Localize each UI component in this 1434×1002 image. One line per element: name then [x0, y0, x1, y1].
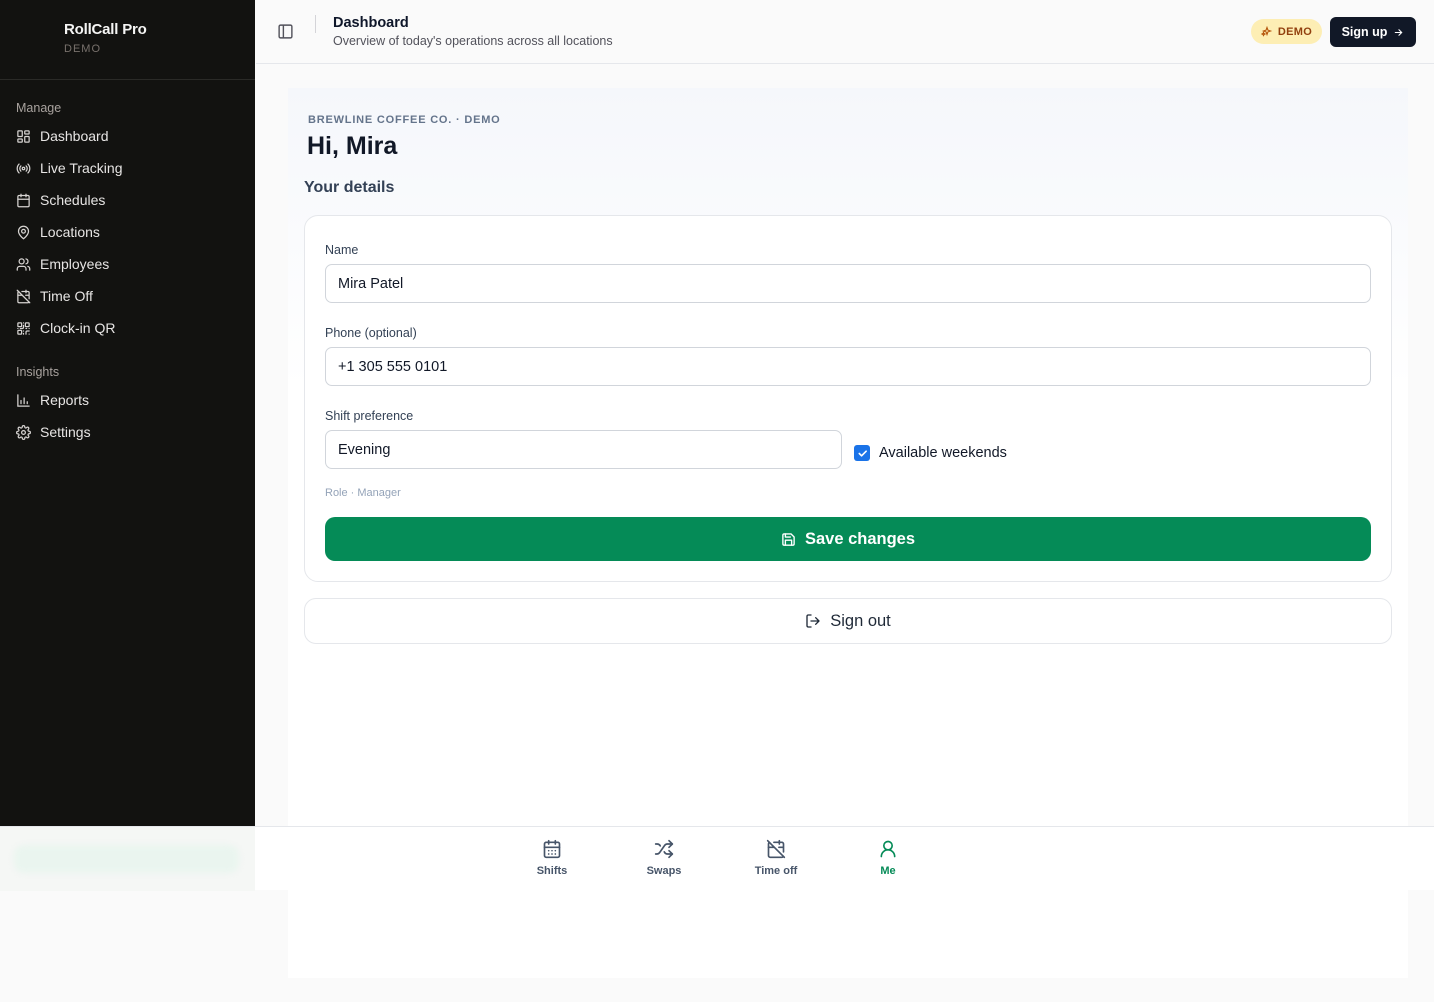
sidebar-item-employees[interactable]: Employees	[16, 248, 239, 280]
sidebar-item-time-off[interactable]: Time Off	[16, 280, 239, 312]
save-icon	[782, 532, 795, 546]
sidebar-item-reports[interactable]: Reports	[16, 384, 239, 416]
available-weekends-checkbox[interactable]: Available weekends	[854, 445, 1007, 461]
phone-input[interactable]	[325, 347, 1371, 386]
arrow-right-icon	[1395, 28, 1403, 36]
greeting: Hi, Mira	[307, 132, 398, 160]
sidebar-item-label: Schedules	[40, 192, 106, 208]
sidebar-item-settings[interactable]: Settings	[16, 416, 239, 448]
calendar-icon	[17, 193, 30, 207]
tab-label: Me	[880, 865, 896, 877]
calendar-off-icon	[16, 289, 31, 303]
header-divider	[315, 15, 316, 33]
nav-section-insights: Insights Reports Settings	[0, 360, 255, 448]
sidebar-item-live-tracking[interactable]: Live Tracking	[16, 152, 239, 184]
map-pin-icon	[17, 225, 30, 240]
sidebar-item-clock-in-qr[interactable]: Clock-in QR	[16, 312, 239, 344]
bar-chart-icon	[17, 393, 30, 407]
tab-label: Time off	[754, 865, 798, 877]
org-line: BREWLINE COFFEE CO. · DEMO	[308, 114, 501, 126]
name-label: Name	[325, 243, 359, 257]
available-weekends-label: Available weekends	[879, 445, 1007, 461]
tab-me[interactable]: Me	[848, 839, 928, 877]
dashboard-grid-icon	[17, 129, 30, 143]
sidebar-item-dashboard[interactable]: Dashboard	[16, 120, 239, 152]
nav-section-manage: Manage Dashboard Live Tracking Schedules…	[0, 96, 255, 344]
top-header: Dashboard Overview of today's operations…	[256, 0, 1434, 64]
sidebar-item-label: Live Tracking	[40, 160, 123, 176]
tab-label: Shifts	[536, 865, 568, 877]
blurred-overlay	[14, 845, 239, 873]
sidebar-item-label: Reports	[40, 392, 90, 408]
sidebar-item-locations[interactable]: Locations	[16, 216, 239, 248]
sidebar-item-label: Employees	[40, 256, 110, 272]
nav-heading-insights: Insights	[16, 365, 60, 379]
bottom-bar-left-panel	[0, 827, 255, 891]
shift-preference-label: Shift preference	[325, 409, 414, 423]
calendar-icon	[543, 839, 561, 859]
app-tag: DEMO	[64, 43, 101, 55]
nav-gap	[0, 344, 255, 360]
nav-heading-manage: Manage	[16, 101, 62, 115]
user-icon	[880, 840, 896, 858]
sidebar-item-label: Settings	[40, 424, 91, 440]
save-changes-button[interactable]: Save changes	[325, 517, 1371, 561]
sign-up-label: Sign up	[1341, 25, 1388, 39]
save-changes-label: Save changes	[804, 529, 916, 548]
sign-up-button[interactable]: Sign up	[1330, 17, 1416, 47]
page-subtitle: Overview of today's operations across al…	[333, 34, 613, 48]
sign-out-label: Sign out	[830, 611, 891, 630]
radio-signal-icon	[16, 162, 31, 174]
sidebar: RollCall Pro DEMO Manage Dashboard Live …	[0, 0, 255, 826]
demo-badge-label: DEMO	[1277, 25, 1313, 38]
sidebar-item-schedules[interactable]: Schedules	[16, 184, 239, 216]
qr-code-icon	[17, 321, 30, 335]
name-input[interactable]	[325, 264, 1371, 303]
users-icon	[16, 257, 31, 271]
sparkles-icon	[1260, 25, 1273, 37]
details-card: Name Phone (optional) Shift preference A…	[304, 215, 1392, 582]
sidebar-item-label: Clock-in QR	[40, 320, 116, 336]
phone-label: Phone (optional)	[325, 326, 417, 340]
bottom-tab-bar: Shifts Swaps Time off Me	[0, 826, 1434, 891]
app-name: RollCall Pro	[64, 21, 147, 38]
tab-label: Swaps	[646, 865, 682, 877]
tab-shifts[interactable]: Shifts	[512, 839, 592, 877]
sign-out-button[interactable]: Sign out	[304, 598, 1392, 644]
demo-badge: DEMO	[1251, 19, 1322, 44]
sidebar-item-label: Dashboard	[40, 128, 109, 144]
shift-preference-input[interactable]	[325, 430, 842, 469]
gear-icon	[16, 424, 31, 440]
role-line: Role · Manager	[325, 487, 401, 499]
sidebar-item-label: Time Off	[40, 288, 93, 304]
section-title: Your details	[304, 179, 395, 196]
brand: RollCall Pro DEMO	[0, 0, 255, 80]
sidebar-item-label: Locations	[40, 224, 100, 240]
page-title: Dashboard	[333, 15, 409, 31]
sidebar-toggle-icon[interactable]	[277, 23, 294, 40]
shuffle-icon	[654, 839, 674, 859]
tab-swaps[interactable]: Swaps	[624, 839, 704, 877]
tab-time-off[interactable]: Time off	[736, 839, 816, 877]
log-out-icon	[806, 614, 820, 628]
calendar-off-icon	[766, 839, 786, 859]
checkbox-checked-icon[interactable]	[854, 445, 870, 461]
